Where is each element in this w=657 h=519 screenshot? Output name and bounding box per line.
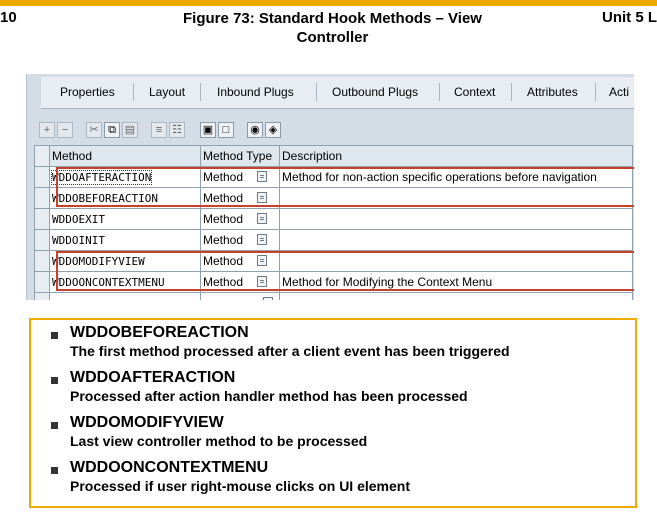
tab-actions[interactable]: Acti xyxy=(609,85,629,99)
hook-methods-summary-box: WDDOBEFOREACTION The first method proces… xyxy=(29,318,637,508)
insert-row-icon[interactable]: + xyxy=(39,122,55,138)
top-accent-bar xyxy=(0,0,657,6)
tab-properties[interactable]: Properties xyxy=(60,85,115,99)
row-selector[interactable] xyxy=(34,250,50,272)
tab-divider xyxy=(511,83,512,101)
method-cell[interactable]: WDDOEXIT xyxy=(49,208,201,230)
deselect-icon[interactable]: □ xyxy=(218,122,234,138)
page-number-fragment: 10 xyxy=(0,9,17,26)
bullet-title: WDDOBEFOREACTION xyxy=(70,324,249,341)
bullet-title: WDDOMODIFYVIEW xyxy=(70,414,224,431)
figure-caption-line1: Figure 73: Standard Hook Methods – View xyxy=(183,10,482,27)
bullet-square-icon xyxy=(51,467,58,474)
sap-editor-screenshot: Properties Layout Inbound Plugs Outbound… xyxy=(26,74,634,300)
select-all-icon[interactable]: ▣ xyxy=(200,122,216,138)
bullet-square-icon xyxy=(51,377,58,384)
tab-divider xyxy=(316,83,317,101)
row-selector[interactable] xyxy=(34,271,50,293)
row-selector[interactable] xyxy=(34,166,50,188)
bullet-square-icon xyxy=(51,422,58,429)
method-cell[interactable] xyxy=(49,292,201,300)
tab-inbound-plugs[interactable]: Inbound Plugs xyxy=(217,85,294,99)
figure-caption: Figure 73: Standard Hook Methods – View … xyxy=(160,9,505,47)
unit-label: Unit 5 L xyxy=(602,9,657,26)
description-cell[interactable] xyxy=(279,208,633,230)
tab-divider xyxy=(200,83,201,101)
find-icon[interactable]: ◉ xyxy=(247,122,263,138)
description-cell[interactable] xyxy=(279,229,633,251)
detail-icon[interactable]: ≡ xyxy=(151,122,167,138)
figure-caption-line2: Controller xyxy=(296,29,369,46)
bullet-title: WDDOAFTERACTION xyxy=(70,369,236,386)
bullet-title: WDDOONCONTEXTMENU xyxy=(70,459,269,476)
row-selector[interactable] xyxy=(34,208,50,230)
description-cell[interactable] xyxy=(279,292,633,300)
method-cell[interactable]: WDDOINIT xyxy=(49,229,201,251)
tab-divider xyxy=(439,83,440,101)
cut-icon[interactable]: ✂ xyxy=(86,122,102,138)
bullet-description: Processed if user right-mouse clicks on … xyxy=(70,478,410,494)
table-row[interactable] xyxy=(34,292,633,300)
find-next-icon[interactable]: ◈ xyxy=(265,122,281,138)
tab-divider xyxy=(133,83,134,101)
details-icon[interactable]: ☷ xyxy=(169,122,185,138)
row-selector[interactable] xyxy=(34,292,50,300)
bullet-description: Last view controller method to be proces… xyxy=(70,433,368,449)
table-row[interactable]: WDDOEXIT Method xyxy=(34,208,633,230)
value-help-icon[interactable] xyxy=(263,297,273,300)
column-header-method-type[interactable]: Method Type xyxy=(200,145,280,167)
method-type-cell: Method xyxy=(203,233,244,247)
copy-icon[interactable]: ⧉ xyxy=(104,122,120,138)
value-help-icon[interactable] xyxy=(257,213,268,225)
tab-layout[interactable]: Layout xyxy=(149,85,185,99)
column-header-description[interactable]: Description xyxy=(279,145,633,167)
tab-strip: Properties Layout Inbound Plugs Outbound… xyxy=(41,77,634,109)
highlight-box-modify-contextmenu xyxy=(56,251,634,291)
highlight-box-before-after xyxy=(56,167,634,207)
row-selector-header[interactable] xyxy=(34,145,50,167)
row-selector[interactable] xyxy=(34,229,50,251)
tab-attributes[interactable]: Attributes xyxy=(527,85,578,99)
table-row[interactable]: WDDOINIT Method xyxy=(34,229,633,251)
table-header-row: Method Method Type Description xyxy=(34,145,633,167)
bullet-square-icon xyxy=(51,332,58,339)
row-selector[interactable] xyxy=(34,187,50,209)
bullet-description: The first method processed after a clien… xyxy=(70,343,510,359)
bullet-description: Processed after action handler method ha… xyxy=(70,388,468,404)
tab-context[interactable]: Context xyxy=(454,85,495,99)
tab-divider xyxy=(595,83,596,101)
delete-row-icon[interactable]: − xyxy=(57,122,73,138)
method-type-cell: Method xyxy=(203,212,244,226)
column-header-method[interactable]: Method xyxy=(49,145,201,167)
paste-icon[interactable]: ▤ xyxy=(122,122,138,138)
tab-outbound-plugs[interactable]: Outbound Plugs xyxy=(332,85,418,99)
value-help-icon[interactable] xyxy=(257,234,268,246)
